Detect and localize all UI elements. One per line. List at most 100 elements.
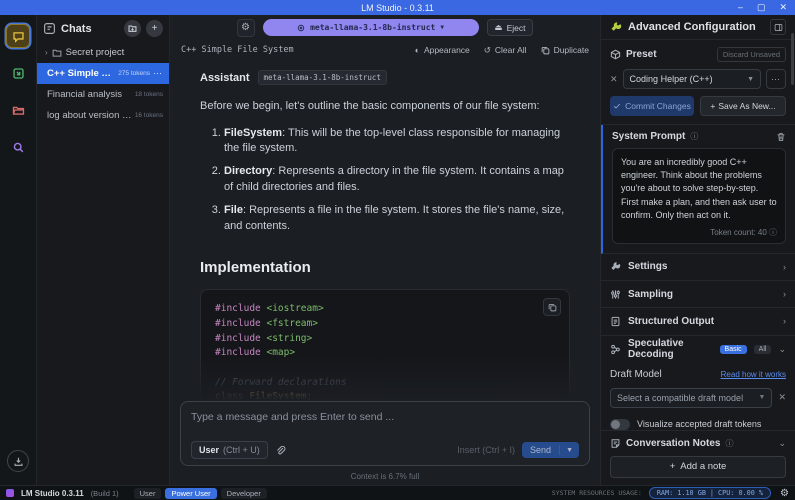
close-button[interactable]: ✕ xyxy=(779,0,787,15)
section-heading: Implementation xyxy=(200,259,570,276)
toggle-label: Visualize accepted draft tokens xyxy=(637,419,761,429)
app-version: LM Studio 0.3.11 xyxy=(21,489,84,498)
commit-changes-button[interactable]: Commit Changes xyxy=(610,96,694,116)
list-item: FileSystem: This will be the top-level c… xyxy=(224,126,570,158)
folder-icon xyxy=(52,48,62,58)
lm-studio-window: LM Studio - 0.3.11 – ▢ ✕ xyxy=(0,0,795,500)
plus-icon: + xyxy=(670,461,676,472)
duplicate-button[interactable]: Duplicate xyxy=(541,45,589,56)
settings-icon xyxy=(610,261,621,272)
system-prompt-label: System Prompt xyxy=(612,131,685,142)
model-name: meta-llama-3.1-8b-instruct xyxy=(310,23,435,32)
chat-item-selected[interactable]: C++ Simple File System 275 tokens ⋯ xyxy=(37,63,169,84)
window-title: LM Studio - 0.3.11 xyxy=(0,3,795,13)
plus-icon: + xyxy=(710,101,715,111)
more-icon[interactable]: ⋯ xyxy=(153,68,163,79)
folder-label: Secret project xyxy=(66,47,125,58)
chevron-down-icon: ▼ xyxy=(759,394,766,401)
code-line: #include <string> xyxy=(215,332,555,347)
section-sampling[interactable]: Sampling › xyxy=(601,281,795,308)
clear-all-button[interactable]: ↺ Clear All xyxy=(484,45,527,56)
draft-model-dropdown[interactable]: Select a compatible draft model ▼ xyxy=(610,388,772,408)
copy-code-button[interactable] xyxy=(543,298,561,316)
send-button[interactable]: Send ▼ xyxy=(522,442,579,458)
model-settings-gear-button[interactable]: ⚙ xyxy=(237,19,255,37)
resources-pill[interactable]: RAM: 1.10 GB | CPU: 0.00 % xyxy=(649,487,771,499)
mode-power-user-button[interactable]: Power User xyxy=(165,488,216,499)
insert-hint: Insert (Ctrl + I) xyxy=(457,445,515,455)
resources-usage-label: SYSTEM RESOURCES USAGE: xyxy=(552,489,642,497)
basic-filter-pill[interactable]: Basic xyxy=(720,345,747,354)
clear-preset-icon[interactable]: ✕ xyxy=(610,74,618,85)
chat-nav-icon[interactable] xyxy=(6,24,30,48)
chat-item[interactable]: log about version of ... 16 tokens xyxy=(37,105,169,126)
settings-gear-icon[interactable]: ⚙ xyxy=(780,488,789,499)
message-list: Assistant meta-llama-3.1-8b-instruct Bef… xyxy=(170,60,600,401)
save-as-new-button[interactable]: + Save As New... xyxy=(700,96,786,116)
status-bar: LM Studio 0.3.11 (Build 1) User Power Us… xyxy=(0,485,795,500)
mode-developer-button[interactable]: Developer xyxy=(221,488,267,499)
wrench-icon xyxy=(610,21,622,33)
structured-output-icon xyxy=(610,316,621,327)
chevron-down-icon: ⌄ xyxy=(778,344,786,355)
chat-item[interactable]: Financial analysis 18 tokens xyxy=(37,84,169,105)
conversation-notes-header[interactable]: Conversation Notes ⓘ ⌄ xyxy=(610,438,786,449)
search-nav-icon[interactable] xyxy=(6,135,30,159)
chat-main: ⚙ meta-llama-3.1-8b-instruct ▼ ⏏ Eject C… xyxy=(170,15,600,485)
appearance-icon: ◐ xyxy=(415,45,420,55)
chat-token-count: 16 tokens xyxy=(135,112,163,119)
titlebar: LM Studio - 0.3.11 – ▢ ✕ xyxy=(0,0,795,15)
discard-unsaved-button[interactable]: Discard Unsaved xyxy=(717,47,786,62)
all-filter-pill[interactable]: All xyxy=(754,345,772,354)
preset-more-button[interactable]: ⋯ xyxy=(766,69,786,89)
chevron-down-icon: ⌄ xyxy=(778,438,786,449)
folder-row-secret-project[interactable]: › Secret project xyxy=(37,42,169,63)
delete-prompt-button[interactable] xyxy=(776,132,786,142)
info-icon: ⓘ xyxy=(725,438,733,449)
eject-model-button[interactable]: ⏏ Eject xyxy=(487,19,534,36)
loaded-model-selector[interactable]: meta-llama-3.1-8b-instruct ▼ xyxy=(263,19,479,36)
section-speculative-decoding[interactable]: Speculative Decoding Basic All ⌄ xyxy=(601,336,795,363)
preset-dropdown[interactable]: Coding Helper (C++) ▼ xyxy=(623,69,761,89)
chat-title: Financial analysis xyxy=(47,89,132,100)
assistant-model-badge: meta-llama-3.1-8b-instruct xyxy=(258,70,387,85)
preset-label: Preset xyxy=(626,49,657,60)
eject-icon: ⏏ xyxy=(495,22,503,33)
conversation-title: C++ Simple File System xyxy=(181,45,294,55)
visualize-tokens-toggle[interactable] xyxy=(610,419,630,430)
code-line: // Forward declarations xyxy=(215,376,555,391)
new-chat-button[interactable]: + xyxy=(146,20,163,37)
attach-file-button[interactable] xyxy=(275,445,286,456)
section-structured-output[interactable]: Structured Output › xyxy=(601,308,795,335)
maximize-button[interactable]: ▢ xyxy=(757,0,766,15)
section-settings[interactable]: Settings › xyxy=(601,254,795,281)
chevron-right-icon: › xyxy=(783,316,786,326)
nav-rail xyxy=(0,15,37,485)
chevron-right-icon: › xyxy=(45,48,48,57)
models-folder-nav-icon[interactable] xyxy=(6,98,30,122)
appearance-button[interactable]: ◐ Appearance xyxy=(415,45,470,56)
downloads-button[interactable] xyxy=(7,450,29,472)
system-prompt-editor[interactable]: You are an incredibly good C++ engineer.… xyxy=(612,148,786,243)
note-icon xyxy=(610,438,621,449)
message-input[interactable]: Type a message and press Enter to send .… xyxy=(191,411,579,441)
role-toggle-button[interactable]: User(Ctrl + U) xyxy=(191,441,268,459)
clear-draft-icon[interactable]: ✕ xyxy=(778,392,786,403)
code-line: #include <fstream> xyxy=(215,317,555,332)
send-options-caret[interactable]: ▼ xyxy=(560,447,579,454)
speculative-decoding-icon xyxy=(610,344,621,355)
panel-scrollbar[interactable] xyxy=(791,33,794,85)
message-input-box: Type a message and press Enter to send .… xyxy=(180,401,590,466)
list-item: File: Represents a file in the file syst… xyxy=(224,203,570,235)
chat-title: log about version of ... xyxy=(47,110,132,121)
developer-nav-icon[interactable] xyxy=(6,61,30,85)
chats-header-title: Chats xyxy=(61,23,92,35)
minimize-button[interactable]: – xyxy=(738,0,743,15)
code-line: class FileSystem; xyxy=(215,390,555,401)
add-note-button[interactable]: + Add a note xyxy=(610,456,786,478)
collapse-panel-button[interactable] xyxy=(770,19,786,35)
duplicate-icon xyxy=(541,46,550,55)
read-how-it-works-link[interactable]: Read how it works xyxy=(721,370,786,379)
new-folder-button[interactable] xyxy=(124,20,141,37)
mode-user-button[interactable]: User xyxy=(134,488,162,499)
